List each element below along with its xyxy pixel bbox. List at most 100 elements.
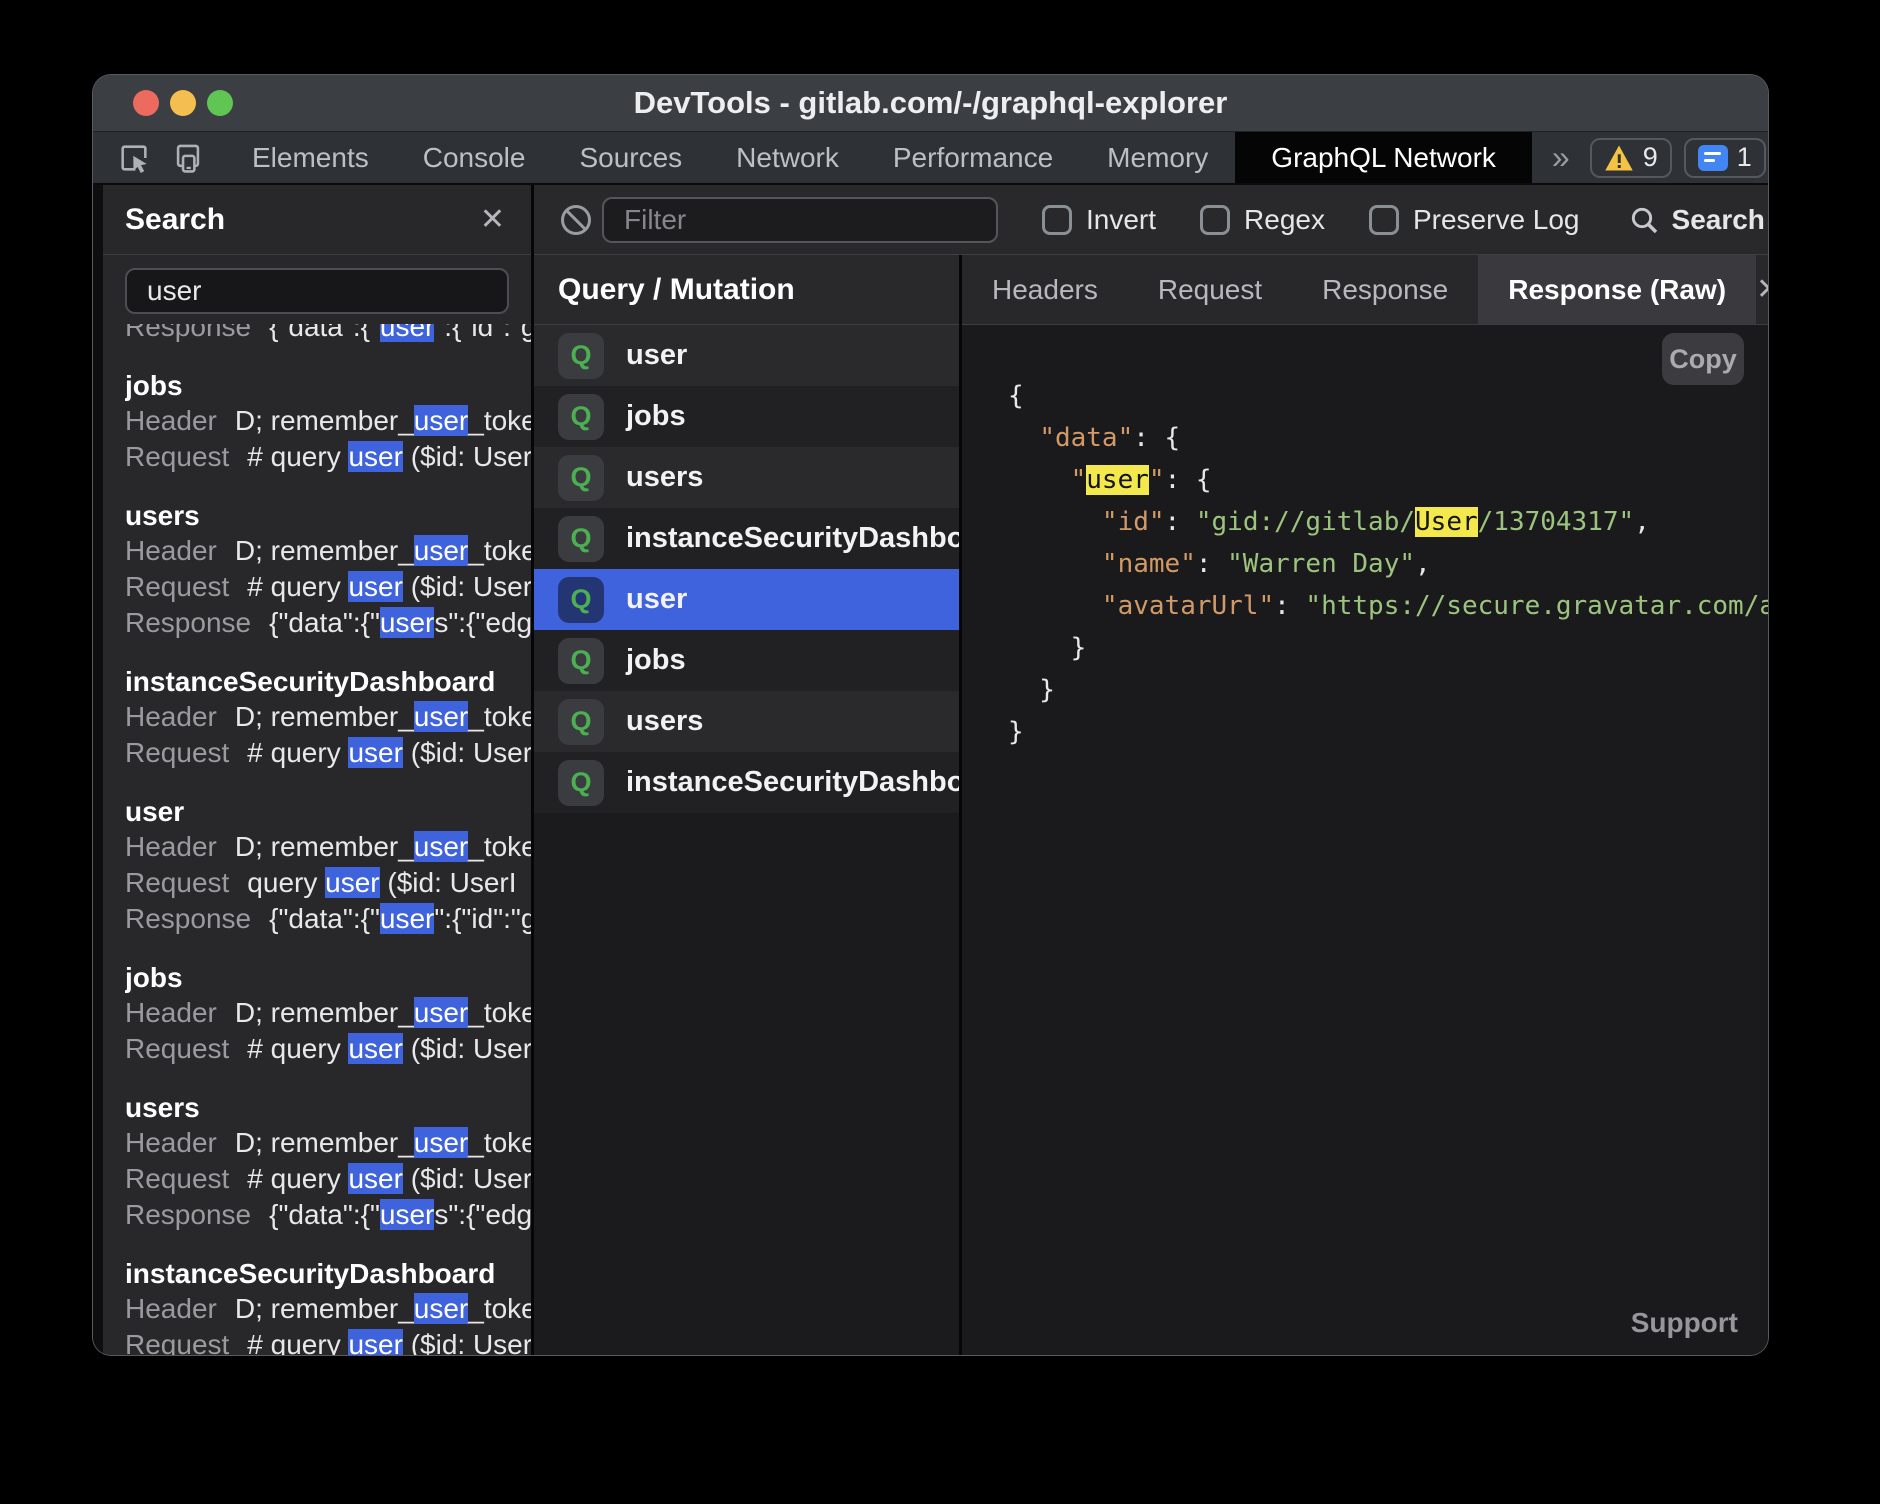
- tab-strip-right: 9 1: [1590, 132, 1768, 183]
- search-panel-header: Search ✕: [103, 185, 531, 255]
- query-row-label: jobs: [626, 644, 686, 677]
- search-results: Response{"data":{"user":{"id":"gidjobsHe…: [103, 324, 531, 1355]
- response-tab-response[interactable]: Response: [1292, 255, 1478, 324]
- result-text: ($id: UserI: [403, 571, 531, 602]
- tab-graphql-network[interactable]: GraphQL Network: [1235, 132, 1532, 183]
- minimize-window-button[interactable]: [170, 90, 196, 116]
- more-tabs-chevron[interactable]: »: [1532, 132, 1590, 183]
- tab-elements[interactable]: Elements: [225, 132, 396, 183]
- search-result-line[interactable]: Request# query user ($id: UserI: [125, 569, 531, 605]
- search-result-line[interactable]: Request# query user ($id: UserI: [125, 1327, 531, 1355]
- invert-checkbox-group: Invert: [1042, 204, 1156, 236]
- tool-icons: [93, 132, 225, 183]
- query-row-label: users: [626, 461, 703, 494]
- query-badge-icon: Q: [558, 394, 604, 440]
- response-tab-headers[interactable]: Headers: [962, 255, 1128, 324]
- search-panel-close-icon[interactable]: ✕: [480, 205, 505, 235]
- search-result-line[interactable]: Request# query user ($id: UserI: [125, 439, 531, 475]
- clear-requests-icon[interactable]: [550, 202, 602, 238]
- traffic-lights: [133, 90, 233, 116]
- result-text: D; remember_: [235, 997, 414, 1028]
- search-result-line[interactable]: Requestquery user ($id: UserI: [125, 865, 531, 901]
- json-token: }: [1008, 717, 1024, 747]
- result-text: s":{"edges: [434, 1199, 531, 1230]
- search-result-label: Response: [125, 607, 251, 638]
- query-row-jobs[interactable]: Qjobs: [534, 630, 959, 691]
- search-result-line[interactable]: HeaderD; remember_user_token=e: [125, 1291, 531, 1327]
- messages-badge[interactable]: 1: [1684, 138, 1766, 178]
- search-result-line[interactable]: Request# query user ($id: UserI: [125, 735, 531, 771]
- result-text: D; remember_: [235, 831, 414, 862]
- query-mutation-panel: Query / Mutation QuserQjobsQusersQinstan…: [534, 255, 959, 1355]
- search-result-line[interactable]: HeaderD; remember_user_token=e: [125, 1125, 531, 1161]
- query-badge-icon: Q: [558, 699, 604, 745]
- search-result-line[interactable]: HeaderD; remember_user_token=e: [125, 995, 531, 1031]
- match-highlight: user: [325, 867, 379, 898]
- search-result-line[interactable]: HeaderD; remember_user_token=e: [125, 699, 531, 735]
- query-row-users[interactable]: Qusers: [534, 691, 959, 752]
- search-result-label: Request: [125, 1033, 229, 1064]
- result-text: s":{"edges: [434, 607, 531, 638]
- result-text: ($id: UserI: [403, 737, 531, 768]
- search-result-line[interactable]: Response{"data":{"user":{"id":"gid: [125, 324, 531, 345]
- response-panel-close[interactable]: ✕: [1756, 255, 1768, 324]
- json-token: ,: [1415, 549, 1431, 579]
- search-result-line[interactable]: HeaderD; remember_user_token=e: [125, 533, 531, 569]
- search-result-label: Header: [125, 535, 217, 566]
- warnings-badge[interactable]: 9: [1590, 138, 1672, 178]
- search-result-label: Request: [125, 737, 229, 768]
- tab-network[interactable]: Network: [709, 132, 866, 183]
- result-text: _token=e: [468, 1293, 531, 1324]
- tab-console[interactable]: Console: [396, 132, 553, 183]
- search-result-line[interactable]: Request# query user ($id: UserI: [125, 1161, 531, 1197]
- invert-checkbox[interactable]: [1042, 205, 1072, 235]
- query-row-label: jobs: [626, 400, 686, 433]
- preserve-log-checkbox[interactable]: [1369, 205, 1399, 235]
- match-highlight: user: [414, 831, 468, 862]
- message-count: 1: [1737, 142, 1752, 173]
- copy-button[interactable]: Copy: [1662, 333, 1744, 385]
- window-title: DevTools - gitlab.com/-/graphql-explorer: [93, 85, 1768, 121]
- query-row-instanceSecurityDashboard[interactable]: QinstanceSecurityDashboard: [534, 752, 959, 813]
- inspect-element-icon[interactable]: [117, 141, 151, 175]
- toolbar-search[interactable]: Search: [1628, 204, 1765, 236]
- search-result-line[interactable]: HeaderD; remember_user_token=e: [125, 829, 531, 865]
- search-result-heading: user: [125, 795, 531, 829]
- response-body: Copy { "data": { "user": { "id": "gid://…: [962, 325, 1768, 1355]
- close-window-button[interactable]: [133, 90, 159, 116]
- json-token: [1008, 507, 1102, 537]
- search-result-label: Request: [125, 867, 229, 898]
- query-badge-icon: Q: [558, 333, 604, 379]
- json-token: "https://secure.gravatar.com/avatar: [1305, 591, 1768, 621]
- query-row-jobs[interactable]: Qjobs: [534, 386, 959, 447]
- preserve-log-checkbox-group: Preserve Log: [1369, 204, 1580, 236]
- tab-memory[interactable]: Memory: [1080, 132, 1235, 183]
- support-link[interactable]: Support: [1631, 1307, 1738, 1339]
- regex-checkbox[interactable]: [1200, 205, 1230, 235]
- search-result-line[interactable]: Response{"data":{"users":{"edges: [125, 605, 531, 641]
- query-row-user[interactable]: Quser: [534, 569, 959, 630]
- result-text: ($id: UserI: [403, 441, 531, 472]
- result-text: # query: [247, 1329, 348, 1355]
- result-text: D; remember_: [235, 535, 414, 566]
- filter-input[interactable]: [602, 197, 998, 243]
- response-tab-request[interactable]: Request: [1128, 255, 1292, 324]
- query-row-user[interactable]: Quser: [534, 325, 959, 386]
- result-text: _token=e: [468, 831, 531, 862]
- zoom-window-button[interactable]: [207, 90, 233, 116]
- search-result-line[interactable]: HeaderD; remember_user_token=e: [125, 403, 531, 439]
- tab-performance[interactable]: Performance: [866, 132, 1080, 183]
- response-tab-response-raw-[interactable]: Response (Raw): [1478, 255, 1756, 324]
- query-row-instanceSecurityDashboard[interactable]: QinstanceSecurityDashboard: [534, 508, 959, 569]
- device-toolbar-icon[interactable]: [171, 141, 205, 175]
- search-result-label: Header: [125, 1293, 217, 1324]
- search-result-line[interactable]: Response{"data":{"user":{"id":"gid: [125, 901, 531, 937]
- search-result-line[interactable]: Request# query user ($id: UserI: [125, 1031, 531, 1067]
- json-line: }: [1008, 711, 1768, 753]
- query-row-users[interactable]: Qusers: [534, 447, 959, 508]
- match-highlight: user: [380, 903, 434, 934]
- search-input[interactable]: [125, 268, 509, 314]
- search-result-line[interactable]: Response{"data":{"users":{"edges: [125, 1197, 531, 1233]
- json-token: :: [1274, 591, 1305, 621]
- tab-sources[interactable]: Sources: [552, 132, 709, 183]
